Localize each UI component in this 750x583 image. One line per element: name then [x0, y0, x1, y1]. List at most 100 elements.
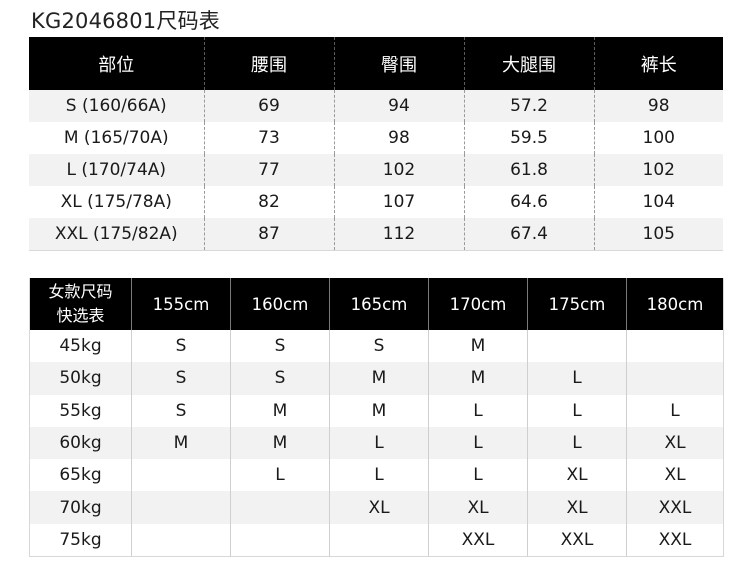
waist-value: 77 [203, 154, 334, 186]
table-row: S (160/66A) 69 94 57.2 98 [29, 90, 723, 122]
recommended-size: M [329, 362, 429, 395]
recommended-size: XXL [527, 523, 627, 557]
hip-value: 102 [333, 154, 464, 186]
recommended-size: M [329, 394, 429, 427]
recommended-size: M [428, 330, 528, 363]
quick-table-header-row: 女款尺码 快选表 155cm 160cm 165cm 170cm 175cm 1… [29, 278, 724, 330]
quick-size-selector-table: 女款尺码 快选表 155cm 160cm 165cm 170cm 175cm 1… [29, 278, 724, 558]
table-row: L (170/74A) 77 102 61.8 102 [29, 154, 723, 186]
recommended-size: L [329, 426, 429, 460]
header-hip: 臀围 [333, 37, 464, 90]
size-measurement-table: 部位 腰围 臀围 大腿围 裤长 S (160/66A) 69 94 57.2 9… [29, 37, 723, 251]
recommended-size: XL [428, 491, 528, 524]
weight-label: 55kg [29, 394, 132, 427]
recommended-size [626, 362, 724, 395]
recommended-size: L [428, 426, 528, 460]
weight-label: 50kg [29, 362, 132, 395]
height-header: 160cm [230, 278, 330, 330]
size-label: XXL (175/82A) [29, 218, 204, 251]
table-row: 75kg XXL XXL XXL [29, 523, 724, 557]
table-row: M (165/70A) 73 98 59.5 100 [29, 122, 723, 154]
recommended-size: L [527, 426, 627, 460]
weight-label: 75kg [29, 523, 132, 557]
recommended-size [131, 523, 231, 557]
length-value: 105 [593, 218, 723, 251]
recommended-size: S [131, 394, 231, 427]
waist-value: 73 [203, 122, 334, 154]
thigh-value: 67.4 [463, 218, 594, 251]
header-length: 裤长 [593, 37, 723, 90]
header-part: 部位 [29, 37, 204, 90]
size-label: L (170/74A) [29, 154, 204, 186]
weight-label: 70kg [29, 491, 132, 524]
table-row: 45kg S S S M [29, 330, 724, 363]
corner-line-2: 快选表 [56, 306, 105, 325]
recommended-size: XL [527, 459, 627, 492]
thigh-value: 57.2 [463, 90, 594, 122]
recommended-size: S [329, 330, 429, 363]
page-title: KG2046801尺码表 [31, 9, 220, 33]
recommended-size: M [230, 394, 330, 427]
hip-value: 98 [333, 122, 464, 154]
recommended-size: XL [527, 491, 627, 524]
thigh-value: 59.5 [463, 122, 594, 154]
recommended-size: XXL [428, 523, 528, 557]
corner-line-1: 女款尺码 [48, 282, 113, 301]
thigh-value: 61.8 [463, 154, 594, 186]
table-row: 55kg S M M L L L [29, 394, 724, 427]
height-header: 170cm [428, 278, 528, 330]
waist-value: 82 [203, 186, 334, 218]
recommended-size [131, 459, 231, 492]
size-label: M (165/70A) [29, 122, 204, 154]
recommended-size: L [329, 459, 429, 492]
recommended-size: S [131, 330, 231, 363]
size-label: XL (175/78A) [29, 186, 204, 218]
weight-label: 45kg [29, 330, 132, 363]
size-label: S (160/66A) [29, 90, 204, 122]
weight-label: 60kg [29, 426, 132, 460]
recommended-size [230, 523, 330, 557]
recommended-size: XL [626, 426, 724, 460]
hip-value: 94 [333, 90, 464, 122]
table-row: 70kg XL XL XL XXL [29, 491, 724, 524]
recommended-size: M [230, 426, 330, 460]
table-row: 65kg L L L XL XL [29, 459, 724, 492]
hip-value: 112 [333, 218, 464, 251]
recommended-size: L [230, 459, 330, 492]
height-header: 165cm [329, 278, 429, 330]
height-header: 175cm [527, 278, 627, 330]
thigh-value: 64.6 [463, 186, 594, 218]
length-value: 100 [593, 122, 723, 154]
weight-label: 65kg [29, 459, 132, 492]
recommended-size: L [626, 394, 724, 427]
recommended-size [527, 330, 627, 363]
table-row: XL (175/78A) 82 107 64.6 104 [29, 186, 723, 218]
recommended-size [626, 330, 724, 363]
recommended-size: L [527, 362, 627, 395]
recommended-size: XL [329, 491, 429, 524]
height-header: 180cm [626, 278, 724, 330]
recommended-size: S [230, 330, 330, 363]
recommended-size: XXL [626, 523, 724, 557]
hip-value: 107 [333, 186, 464, 218]
waist-value: 87 [203, 218, 334, 251]
recommended-size: S [131, 362, 231, 395]
header-waist: 腰围 [203, 37, 334, 90]
height-header: 155cm [131, 278, 231, 330]
table-row: XXL (175/82A) 87 112 67.4 105 [29, 218, 723, 251]
table-row: 60kg M M L L L XL [29, 426, 724, 460]
recommended-size [131, 491, 231, 524]
header-thigh: 大腿围 [463, 37, 594, 90]
length-value: 98 [593, 90, 723, 122]
recommended-size: L [527, 394, 627, 427]
recommended-size: L [428, 459, 528, 492]
recommended-size [230, 491, 330, 524]
recommended-size: XXL [626, 491, 724, 524]
length-value: 104 [593, 186, 723, 218]
recommended-size: M [131, 426, 231, 460]
recommended-size: S [230, 362, 330, 395]
waist-value: 69 [203, 90, 334, 122]
recommended-size: L [428, 394, 528, 427]
size-table-header-row: 部位 腰围 臀围 大腿围 裤长 [29, 37, 723, 90]
recommended-size: M [428, 362, 528, 395]
